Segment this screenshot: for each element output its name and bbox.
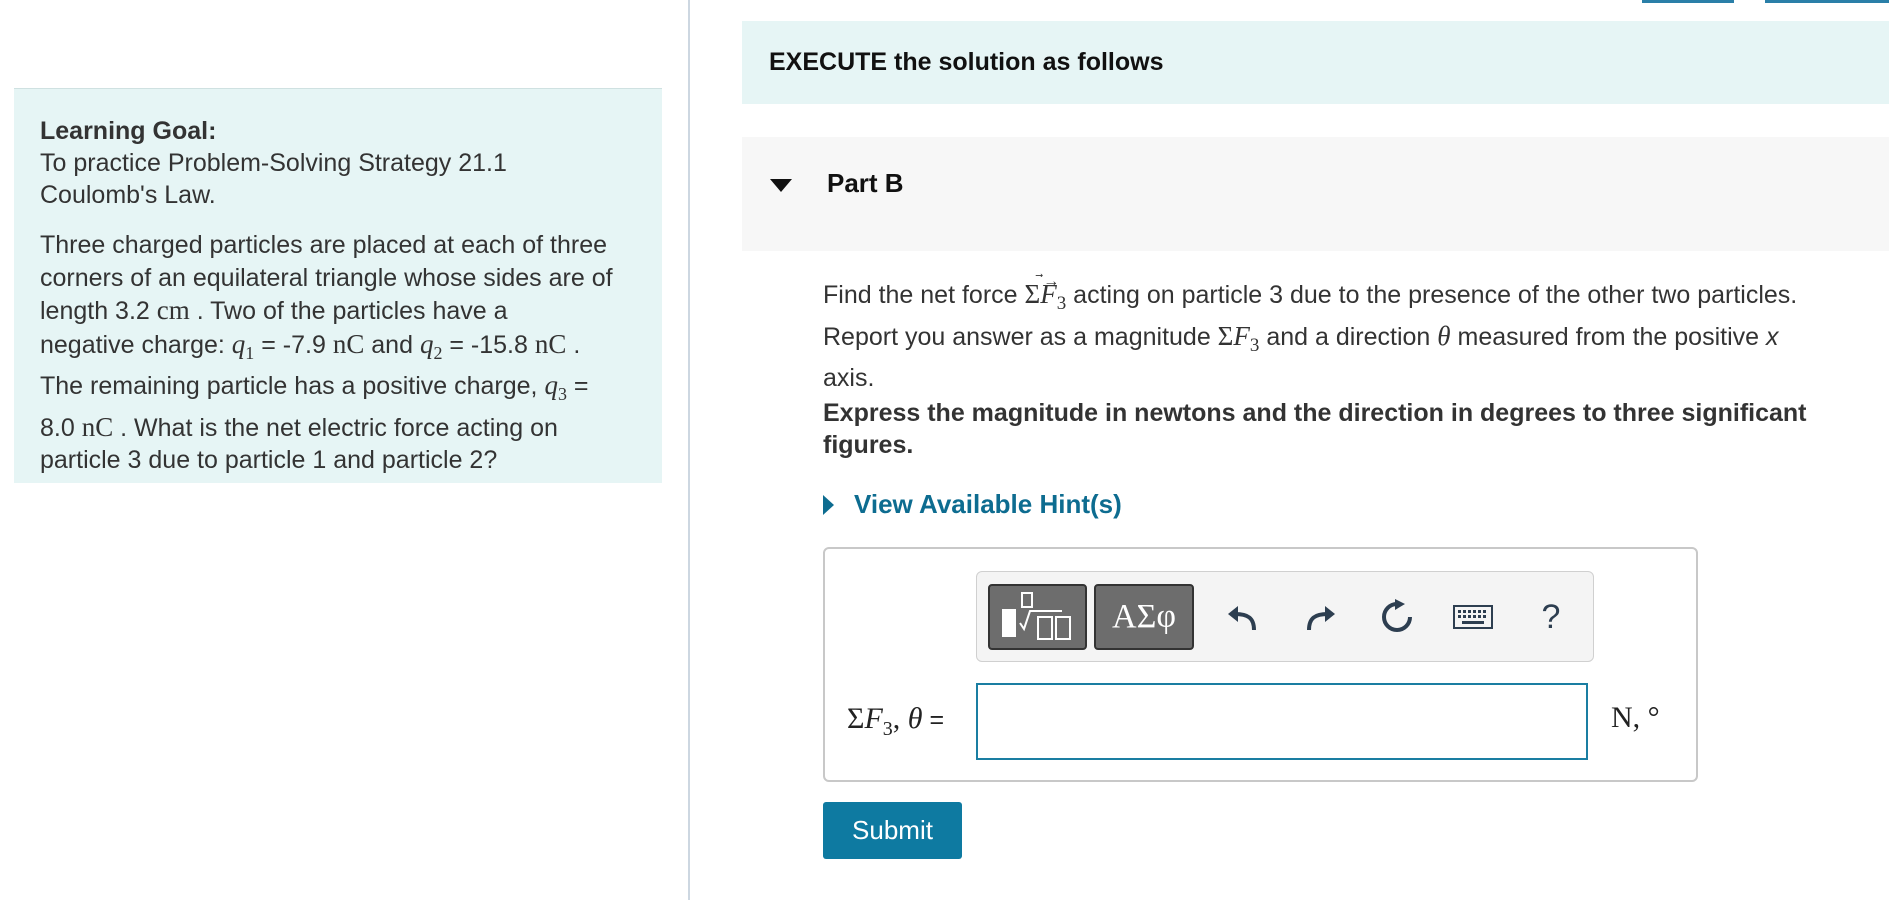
keyboard-icon[interactable] <box>1450 594 1496 640</box>
var-f: F <box>1233 321 1250 351</box>
answer-input[interactable] <box>976 683 1588 760</box>
execute-banner: EXECUTE the solution as follows <box>742 21 1889 104</box>
greek-symbols-button[interactable]: ΑΣφ <box>1094 584 1194 650</box>
var-f: F <box>864 702 883 735</box>
problem-text: = -15.8 <box>442 330 535 359</box>
templates-button[interactable] <box>988 584 1087 650</box>
goal-line-1: To practice Problem-Solving Strategy 21.… <box>40 149 507 177</box>
question-text-run: Find the net force <box>823 281 1025 309</box>
execute-banner-text: EXECUTE the solution as follows <box>769 48 1164 76</box>
separator: , <box>892 702 908 735</box>
answer-instruction: Express the magnitude in newtons and the… <box>823 399 1807 459</box>
var-q: q <box>231 328 246 359</box>
hint-label[interactable]: View Available Hint(s) <box>854 489 1122 520</box>
sigma-symbol: Σ <box>1217 321 1234 351</box>
view-hints-link[interactable]: View Available Hint(s) <box>823 489 1122 520</box>
var-q: q <box>419 328 434 359</box>
help-button[interactable]: ? <box>1528 594 1574 640</box>
top-nav-underline-1 <box>1642 0 1734 3</box>
problem-text: negative charge: <box>40 330 232 359</box>
problem-text: length 3.2 <box>40 297 157 325</box>
unit-cm: cm <box>156 295 190 325</box>
sigma-symbol: Σ <box>1024 279 1041 309</box>
vector-f: F⃗→ <box>1040 273 1059 309</box>
problem-text: and <box>364 330 420 359</box>
question-text-run: measured from the positive <box>1450 323 1766 351</box>
problem-line: Three charged particles are placed at ea… <box>40 231 608 259</box>
redo-icon[interactable] <box>1297 594 1343 640</box>
var-sub: 3 <box>882 718 893 740</box>
problem-text: 8.0 <box>40 413 82 442</box>
var-x: x <box>1765 323 1779 351</box>
part-b-header[interactable]: Part B <box>742 137 1889 251</box>
problem-text: . Two of the particles have a <box>189 297 508 325</box>
question-text-run: and a direction <box>1259 323 1438 351</box>
redo-arrow-icon <box>1307 606 1335 631</box>
answer-box: ΑΣφ ? ΣF3, θ = N, ° <box>823 547 1698 782</box>
submit-button[interactable]: Submit <box>823 802 962 859</box>
part-title: Part B <box>827 168 904 198</box>
problem-line: particle 3 due to particle 1 and particl… <box>40 446 498 474</box>
undo-icon[interactable] <box>1220 594 1266 640</box>
unit-nc: nC <box>332 328 365 359</box>
var-sub: 3 <box>1249 335 1260 356</box>
theta-symbol: θ <box>907 702 923 735</box>
problem-statement: Three charged particles are placed at ea… <box>40 229 636 477</box>
math-toolbar: ΑΣφ ? <box>976 571 1594 662</box>
unit-nc: nC <box>534 328 567 359</box>
collapse-triangle-icon[interactable] <box>770 179 792 192</box>
problem-text: . <box>566 330 581 359</box>
top-nav-underline-2 <box>1765 0 1889 3</box>
problem-text: The remaining particle has a positive ch… <box>40 372 545 400</box>
problem-text: = -7.9 <box>254 330 333 359</box>
learning-goal-heading: Learning Goal: <box>40 117 217 145</box>
learning-goal-text: To practice Problem-Solving Strategy 21.… <box>40 147 636 211</box>
problem-text: . What is the net electric force acting … <box>113 413 558 442</box>
var-sub: 3 <box>557 384 567 404</box>
question-text-run: acting on particle 3 due to the presence… <box>1066 281 1798 309</box>
problem-text: = <box>566 372 589 400</box>
problem-line: corners of an equilateral triangle whose… <box>40 263 613 292</box>
answer-label: ΣF3, θ = <box>847 702 944 741</box>
answer-units: N, ° <box>1611 701 1660 734</box>
equals-sign: = <box>922 706 945 734</box>
reset-icon[interactable] <box>1374 594 1420 640</box>
keyboard-shape-icon <box>1453 605 1493 629</box>
learning-goal-panel: Learning Goal: To practice Problem-Solvi… <box>14 88 662 483</box>
var-sub: 1 <box>245 342 255 363</box>
goal-line-2: Coulomb's Law. <box>40 181 216 209</box>
sigma-symbol: Σ <box>847 702 865 735</box>
undo-arrow-icon <box>1228 606 1256 631</box>
question-text-run: Report you answer as a magnitude <box>823 323 1218 351</box>
reset-circle-icon <box>1382 599 1412 632</box>
question-text: Find the net force ΣF⃗→ 3 acting on parti… <box>823 273 1873 395</box>
theta-symbol: θ <box>1437 321 1451 351</box>
column-divider <box>688 0 690 900</box>
question-text-run: axis. <box>823 364 875 392</box>
templates-icon <box>1001 592 1071 640</box>
vector-arrow-icon: ⃗→ <box>1043 273 1060 290</box>
var-q: q <box>544 370 558 400</box>
unit-nc: nC <box>81 411 114 442</box>
expand-triangle-icon <box>823 494 834 515</box>
